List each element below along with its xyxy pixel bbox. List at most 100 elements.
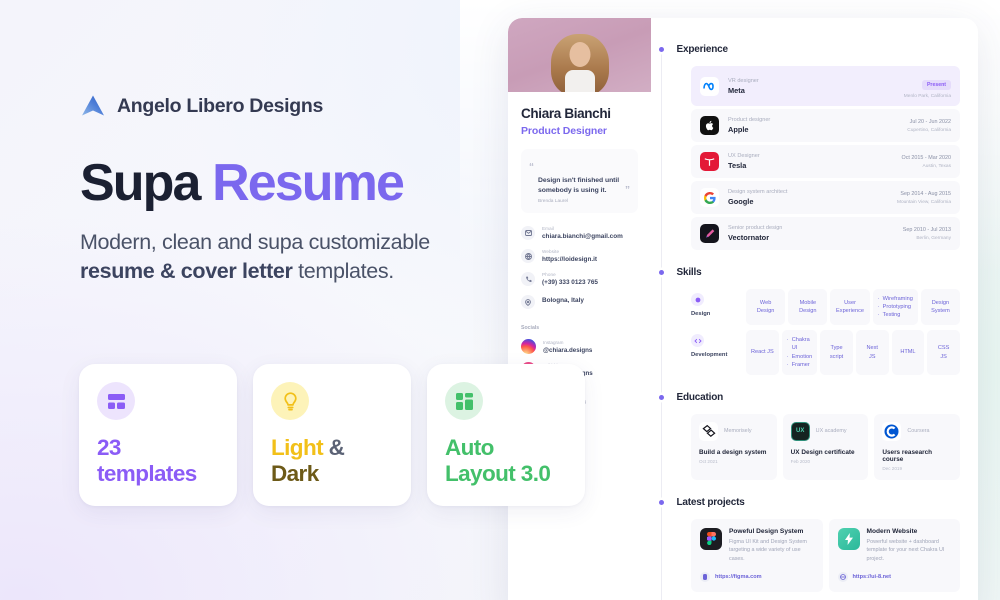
skill-category-name: Design: [691, 311, 711, 317]
contact-label-phone: Phone: [542, 272, 556, 278]
education-list: Memorisely Build a design system Oct 202…: [691, 413, 961, 480]
lightbulb-icon: [271, 382, 309, 420]
contact-label-website: Website: [542, 249, 560, 255]
subtitle-line-2-bold: resume & cover letter: [80, 259, 293, 284]
social-row-instagram[interactable]: Instagram @chiara.designs: [521, 339, 638, 355]
resume-preview-panel[interactable]: Chiara Bianchi Product Designer “ ” Desi…: [508, 18, 978, 600]
experience-company: Apple: [728, 125, 749, 134]
contact-row-website[interactable]: Website https://loidesign.it: [521, 249, 638, 264]
apple-logo-icon: [700, 116, 719, 135]
project-description: Figma UI Kit and Design System targeting…: [729, 538, 807, 562]
skill-chip[interactable]: HTML: [891, 330, 925, 375]
experience-dates: Oct 2015 - Mar 2020: [901, 154, 951, 161]
skill-chip-line: System: [931, 308, 950, 315]
education-card[interactable]: Memorisely Build a design system Oct 202…: [691, 413, 777, 480]
skill-chip[interactable]: Type script: [820, 330, 853, 375]
skill-chip[interactable]: Chakra UI Emotion Framer: [781, 330, 818, 375]
triangle-logo-icon: [82, 95, 104, 116]
experience-role: UX Designer: [728, 153, 760, 159]
skill-group-development: Development React JS Chakra UI Emotion F…: [691, 330, 960, 375]
skill-chip[interactable]: React JS: [746, 330, 779, 375]
skill-chip-line: Web: [759, 300, 772, 307]
feature-card-templates[interactable]: 23 templates: [79, 364, 237, 506]
social-handle-instagram: @chiara.designs: [543, 346, 593, 354]
experience-row[interactable]: UX Designer Tesla Oct 2015 - Mar 2020 Au…: [691, 145, 960, 178]
quote-author: Brenda Laurel: [538, 199, 569, 205]
skill-chip[interactable]: Design System: [920, 289, 961, 326]
status-badge: Present: [921, 80, 951, 90]
skill-chip-line: Experience: [836, 308, 865, 315]
skill-chip-line: React JS: [751, 349, 774, 356]
quote-close-mark: ”: [625, 185, 630, 197]
experience-company: Meta: [728, 85, 745, 95]
experience-role: VR designer: [728, 77, 759, 84]
skill-chip-line: Mobile: [799, 300, 817, 307]
resume-profile-sidebar: Chiara Bianchi Product Designer “ ” Desi…: [508, 18, 651, 600]
skill-chip-line: JS: [940, 353, 947, 360]
templates-word: templates: [97, 461, 197, 487]
contact-row-email[interactable]: Email chiara.bianchi@gmail.com: [521, 226, 638, 241]
figma-file-icon: [700, 527, 722, 550]
page-subtitle: Modern, clean and supa customizable resu…: [80, 228, 470, 286]
experience-location: Mountain View, California: [896, 199, 951, 205]
section-skills: Skills Design Web Design Mobile Design U…: [658, 267, 961, 375]
templates-count: 23: [97, 434, 121, 460]
google-logo-icon: [700, 188, 719, 207]
page-title-accent: Resume: [212, 154, 405, 212]
feature-card-autolayout[interactable]: Auto Layout 3.0: [427, 364, 585, 506]
education-title: UX Design certificate: [790, 448, 855, 456]
project-title: Poweful Design System: [729, 527, 804, 535]
page-title: Supa Resume: [80, 154, 405, 212]
project-link[interactable]: https://figma.com: [700, 571, 814, 582]
theme-light: Light: [271, 434, 324, 460]
contact-label-email: Email: [542, 226, 554, 232]
project-card[interactable]: Poweful Design System Figma UI Kit and D…: [691, 518, 823, 592]
contact-value-phone: (+39) 333 0123 765: [542, 279, 598, 287]
memorisely-logo-icon: [699, 421, 718, 441]
section-education: Education Memorisely Build a design syst…: [658, 392, 961, 480]
code-icon: [691, 334, 704, 348]
contact-row-location[interactable]: Bologna, Italy: [521, 295, 638, 310]
feature-card-autolayout-label: Auto Layout 3.0: [445, 435, 551, 488]
education-card[interactable]: Coursera Users reasearch course Dec 2019: [874, 413, 961, 480]
skill-chip-line: CSS: [937, 345, 950, 352]
experience-row[interactable]: Product designer Apple Jul 20 - Jun 2022…: [691, 109, 960, 142]
skill-chip[interactable]: User Experience: [830, 289, 870, 326]
figma-icon: [691, 293, 704, 306]
skill-chip[interactable]: Next JS: [855, 330, 889, 375]
experience-row[interactable]: Design system architect Google Sep 2014 …: [691, 181, 960, 214]
education-date: Feb 2020: [790, 458, 811, 464]
skill-chip-line: Design: [756, 308, 775, 315]
brand-lockup: Angelo Libero Designs: [80, 93, 323, 119]
skill-chip[interactable]: Wireframing Prototyping Testing: [872, 289, 918, 326]
experience-row[interactable]: Senior product design Vectornator Sep 20…: [691, 217, 960, 250]
profile-name: Chiara Bianchi: [521, 106, 611, 121]
section-title-projects: Latest projects: [676, 496, 745, 508]
experience-role: Design system architect: [728, 189, 788, 195]
section-projects: Latest projects Poweful Design System Fi…: [658, 496, 960, 592]
education-card[interactable]: UX UX academy UX Design certificate Feb …: [782, 413, 869, 480]
skill-chip-line: Type: [830, 345, 843, 352]
project-description: Powerful website + dashboard template fo…: [866, 538, 945, 562]
feature-card-list: 23 templates Light & Dark Auto Layout 3.…: [79, 364, 585, 506]
education-date: Dec 2019: [882, 465, 903, 471]
project-link[interactable]: https://ui-8.net: [837, 571, 952, 582]
skill-chip-line: User: [844, 300, 856, 307]
education-title: Build a design system: [699, 448, 767, 456]
page-title-main: Supa: [80, 154, 201, 212]
experience-row[interactable]: VR designer Meta Present Menlo Park, Cal…: [691, 66, 960, 106]
skill-group-design: Design Web Design Mobile Design User Exp…: [691, 289, 961, 326]
section-title-experience: Experience: [676, 44, 729, 55]
project-title: Modern Website: [866, 527, 918, 535]
phone-icon: [521, 272, 535, 287]
timeline-line: [661, 52, 662, 600]
skill-chip[interactable]: CSS JS: [927, 330, 960, 375]
section-bullet-icon: [658, 394, 664, 400]
skill-chip[interactable]: Web Design: [746, 289, 786, 326]
contact-row-phone[interactable]: Phone (+39) 333 0123 765: [521, 272, 638, 287]
contact-info-list: Email chiara.bianchi@gmail.com Website h…: [521, 226, 638, 310]
skill-chip[interactable]: Mobile Design: [788, 289, 828, 326]
feature-card-theme[interactable]: Light & Dark: [253, 364, 411, 506]
subtitle-line-2-pre: customizable: [308, 230, 431, 254]
project-card[interactable]: Modern Website Powerful website + dashbo…: [828, 518, 960, 592]
